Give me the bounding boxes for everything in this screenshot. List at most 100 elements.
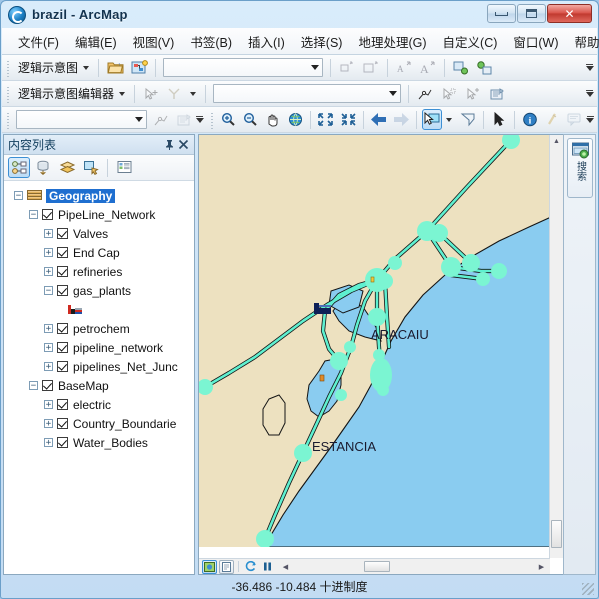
toc-item-country-boundaries[interactable]: + Country_Boundarie	[4, 414, 194, 433]
large-rect-icon[interactable]	[360, 57, 382, 78]
toc-item-end-cap[interactable]: + End Cap	[4, 243, 194, 262]
zoom-in-icon[interactable]	[219, 109, 239, 130]
toc-item-pipelines-net-junctions[interactable]: + pipelines_Net_Junc	[4, 357, 194, 376]
data-view-icon[interactable]	[202, 559, 217, 574]
pin-icon[interactable]	[162, 138, 176, 152]
menu-selection[interactable]: 选择(S)	[293, 28, 351, 55]
back-extent-icon[interactable]	[369, 109, 389, 130]
layer-visibility-checkbox[interactable]	[57, 228, 68, 239]
layer-props-icon[interactable]	[450, 57, 472, 78]
expander-icon[interactable]: +	[44, 267, 53, 276]
expander-icon[interactable]: +	[44, 229, 53, 238]
layer-visibility-checkbox[interactable]	[57, 285, 68, 296]
map-view[interactable]: ARACAIU ESTANCIA	[199, 135, 551, 547]
toc-item-water-bodies[interactable]: + Water_Bodies	[4, 433, 194, 452]
close-button[interactable]: ✕	[547, 4, 592, 23]
toc-item-gas-plants[interactable]: − gas_plants	[4, 281, 194, 300]
expander-icon[interactable]: +	[44, 248, 53, 257]
schematic-editor-menu-label[interactable]: 逻辑示意图编辑器	[14, 85, 116, 102]
schematic-diagram-combo[interactable]	[163, 58, 324, 77]
map-horizontal-scroll-thumb[interactable]	[364, 561, 390, 572]
schematic-editor-combo[interactable]	[213, 84, 402, 103]
menu-insert[interactable]: 插入(I)	[240, 28, 293, 55]
zoom-out-icon[interactable]	[241, 109, 261, 130]
layout-view-icon[interactable]	[219, 559, 234, 574]
expander-icon[interactable]: +	[44, 362, 53, 371]
chevron-down-icon[interactable]	[190, 91, 197, 96]
layer-visibility-checkbox[interactable]	[42, 209, 53, 220]
layer-info-icon[interactable]	[474, 57, 496, 78]
select-link-icon[interactable]	[462, 83, 484, 104]
chevron-down-icon[interactable]	[308, 59, 322, 76]
toolbar-grip[interactable]	[5, 110, 12, 129]
forward-extent-icon[interactable]	[391, 109, 411, 130]
list-by-selection-icon[interactable]	[80, 157, 102, 178]
move-node-icon[interactable]	[140, 83, 162, 104]
pan-icon[interactable]	[263, 109, 283, 130]
expander-icon[interactable]: +	[44, 400, 53, 409]
toc-item-petrochem[interactable]: + petrochem	[4, 319, 194, 338]
hyperlink-icon[interactable]	[542, 109, 562, 130]
toc-item-valves[interactable]: + Valves	[4, 224, 194, 243]
expander-icon[interactable]: +	[44, 324, 53, 333]
map-vertical-scroll-thumb[interactable]	[551, 520, 562, 548]
menu-help[interactable]: 帮助(H)	[567, 28, 599, 55]
resize-grip[interactable]	[582, 583, 594, 595]
select-elements-icon[interactable]	[489, 109, 509, 130]
toolbar-grip[interactable]	[5, 58, 12, 77]
properties-icon[interactable]	[173, 109, 193, 130]
menu-customize[interactable]: 自定义(C)	[435, 28, 506, 55]
expander-icon[interactable]: +	[44, 343, 53, 352]
clear-selection-icon[interactable]	[458, 109, 478, 130]
menu-file[interactable]: 文件(F)	[10, 28, 67, 55]
layer-visibility-checkbox[interactable]	[42, 380, 53, 391]
close-icon[interactable]	[176, 138, 190, 152]
layer-visibility-checkbox[interactable]	[57, 437, 68, 448]
layer-visibility-checkbox[interactable]	[57, 342, 68, 353]
toc-item-refineries[interactable]: + refineries	[4, 262, 194, 281]
toc-options-icon[interactable]	[113, 157, 135, 178]
search-panel-tab[interactable]: 搜索	[567, 138, 593, 198]
fixed-zoom-in-icon[interactable]	[316, 109, 336, 130]
maximize-button[interactable]	[517, 4, 546, 23]
expander-icon[interactable]: −	[14, 191, 23, 200]
toc-item-pipeline-network-group[interactable]: − PipeLine_Network	[4, 205, 194, 224]
layer-visibility-checkbox[interactable]	[57, 247, 68, 258]
expander-icon[interactable]: +	[44, 419, 53, 428]
menu-view[interactable]: 视图(V)	[125, 28, 183, 55]
branch-icon[interactable]	[164, 83, 186, 104]
expander-icon[interactable]: −	[29, 381, 38, 390]
list-by-drawing-order-icon[interactable]	[8, 157, 30, 178]
chevron-down-icon[interactable]	[386, 85, 400, 102]
layer-visibility-checkbox[interactable]	[57, 361, 68, 372]
select-node-icon[interactable]	[438, 83, 460, 104]
chevron-down-icon[interactable]	[446, 117, 453, 122]
fixed-zoom-out-icon[interactable]	[338, 109, 358, 130]
link-edit-icon[interactable]	[414, 83, 436, 104]
tools-combo[interactable]	[16, 110, 148, 129]
minimize-button[interactable]	[487, 4, 516, 23]
toolbar-overflow-button[interactable]	[585, 110, 595, 130]
toolbar-overflow-button[interactable]	[195, 110, 205, 130]
menu-window[interactable]: 窗口(W)	[505, 28, 566, 55]
toc-item-electric[interactable]: + electric	[4, 395, 194, 414]
expander-icon[interactable]: +	[44, 438, 53, 447]
map-vertical-scrollbar[interactable]: ▲	[549, 135, 563, 558]
list-by-visibility-icon[interactable]	[56, 157, 78, 178]
toolbar-overflow-button[interactable]	[584, 84, 595, 104]
chevron-down-icon[interactable]	[83, 65, 90, 70]
expander-icon[interactable]: −	[44, 286, 53, 295]
scroll-right-arrow[interactable]: ▶	[535, 563, 548, 571]
toc-item-geography[interactable]: − Geography	[4, 186, 194, 205]
link-edit-icon[interactable]	[151, 109, 171, 130]
menu-geoprocessing[interactable]: 地理处理(G)	[350, 28, 434, 55]
html-popup-icon[interactable]	[564, 109, 584, 130]
properties-icon[interactable]	[486, 83, 508, 104]
small-rect-icon[interactable]	[336, 57, 358, 78]
toolbar-grip[interactable]	[209, 110, 216, 129]
toc-item-pipeline-network[interactable]: + pipeline_network	[4, 338, 194, 357]
chevron-down-icon[interactable]	[132, 111, 146, 128]
chevron-down-icon[interactable]	[119, 91, 126, 96]
new-diagram-icon[interactable]	[128, 57, 150, 78]
small-a-icon[interactable]: A	[393, 57, 415, 78]
